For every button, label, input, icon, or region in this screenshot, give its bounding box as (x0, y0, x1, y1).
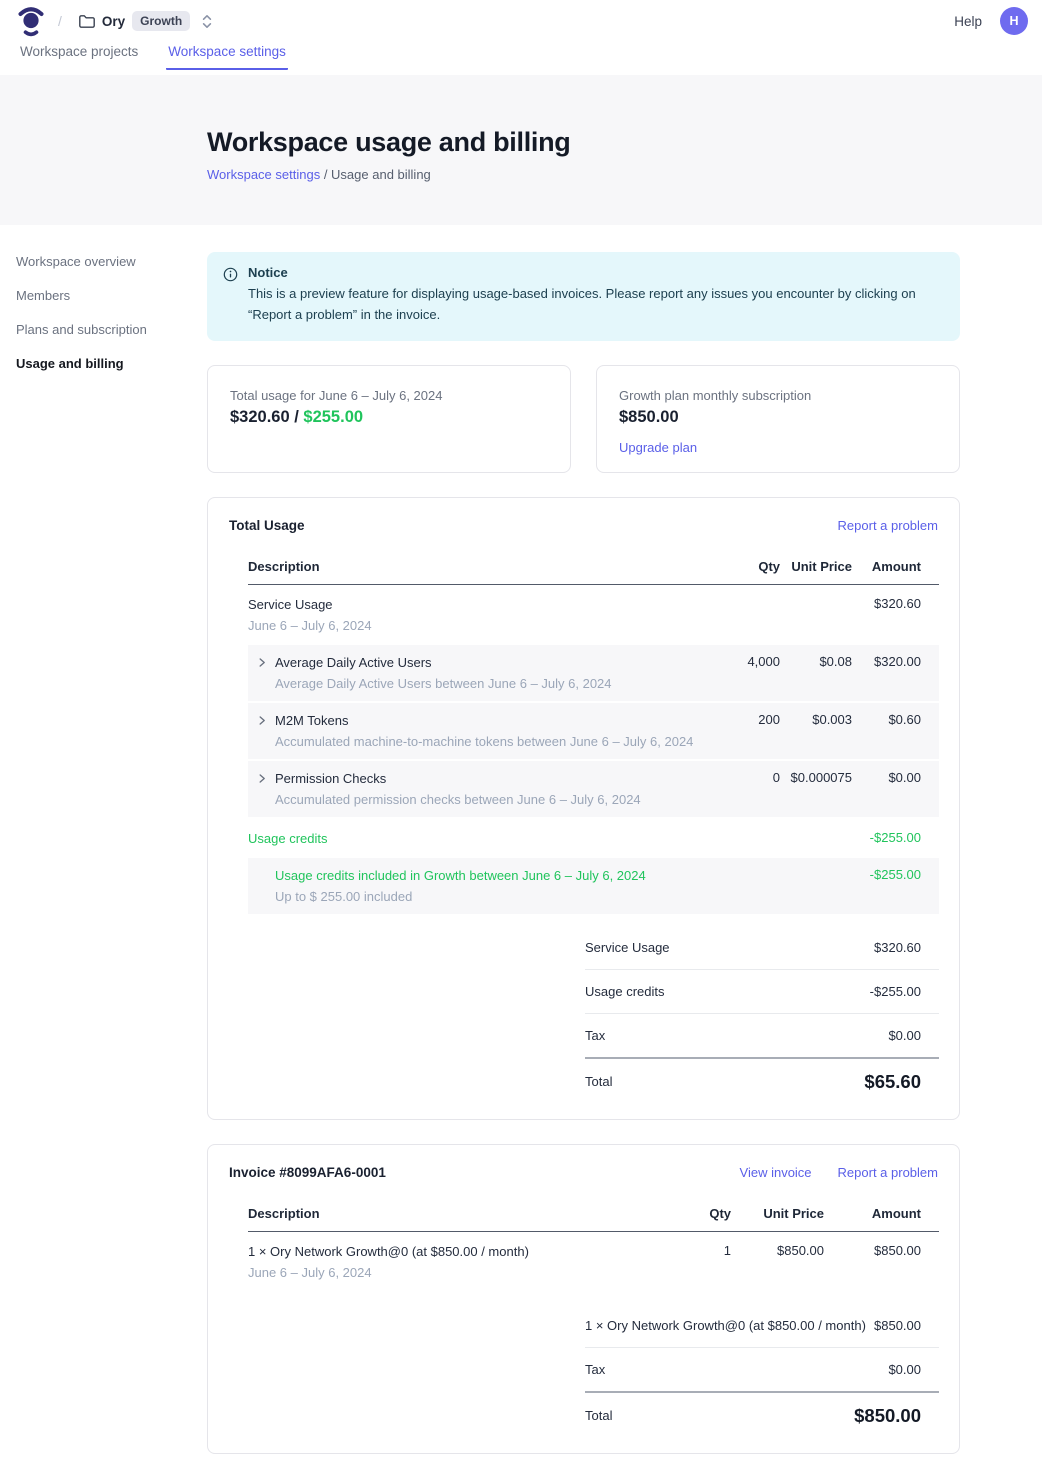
col-description: Description (248, 559, 700, 574)
tab-workspace-projects[interactable]: Workspace projects (18, 42, 140, 70)
invoice-totals-summary: 1 × Ory Network Growth@0 (at $850.00 / m… (585, 1304, 939, 1431)
total-usage-value: $320.60 / $255.00 (230, 408, 548, 427)
plan-subscription-label: Growth plan monthly subscription (619, 388, 937, 403)
ory-logo-icon[interactable] (18, 6, 44, 37)
summary-row-total: Total $65.60 (585, 1059, 939, 1097)
total-usage-card: Total Usage Report a problem Description… (207, 497, 960, 1120)
col-unit-price: Unit Price (731, 1206, 824, 1221)
user-avatar[interactable]: H (1000, 7, 1028, 35)
summary-row-total: Total $850.00 (585, 1393, 939, 1431)
col-qty: Qty (671, 1206, 731, 1221)
col-qty: Qty (700, 559, 780, 574)
plan-subscription-card: Growth plan monthly subscription $850.00… (596, 365, 960, 473)
summary-row-service-usage: Service Usage $320.60 (585, 926, 939, 970)
invoice-table: Description Qty Unit Price Amount 1 × Or… (248, 1200, 939, 1431)
breadcrumb-sep: / (320, 167, 331, 182)
chevron-updown-icon[interactable] (201, 13, 213, 30)
usage-table: Description Qty Unit Price Amount Servic… (248, 553, 939, 1097)
sidebar-item-usage-and-billing[interactable]: Usage and billing (16, 351, 207, 376)
usage-credit-value: $255.00 (303, 408, 363, 426)
sidebar-item-workspace-overview[interactable]: Workspace overview (16, 249, 207, 274)
view-invoice-link[interactable]: View invoice (740, 1165, 812, 1180)
folder-icon (78, 14, 95, 29)
col-amount: Amount (852, 559, 921, 574)
breadcrumb-current: Usage and billing (331, 167, 431, 182)
col-unit-price: Unit Price (780, 559, 852, 574)
summary-row-plan-line: 1 × Ory Network Growth@0 (at $850.00 / m… (585, 1304, 939, 1348)
breadcrumb-separator: / (58, 13, 62, 29)
usage-card-title: Total Usage (229, 518, 305, 533)
summary-row-tax: Tax $0.00 (585, 1014, 939, 1059)
invoice-table-header: Description Qty Unit Price Amount (248, 1200, 939, 1232)
chevron-right-icon[interactable] (257, 715, 267, 726)
help-link[interactable]: Help (954, 14, 982, 29)
summary-row-tax: Tax $0.00 (585, 1348, 939, 1393)
topbar: / Ory Growth Help H (0, 0, 1042, 42)
chevron-right-icon[interactable] (257, 773, 267, 784)
breadcrumb-settings-link[interactable]: Workspace settings (207, 167, 320, 182)
invoice-title: Invoice #8099AFA6-0001 (229, 1165, 386, 1180)
breadcrumb: Workspace settings / Usage and billing (207, 167, 1042, 182)
table-row-permission-checks[interactable]: Permission Checks Accumulated permission… (248, 761, 939, 817)
invoice-card: Invoice #8099AFA6-0001 View invoice Repo… (207, 1144, 960, 1454)
upgrade-plan-link[interactable]: Upgrade plan (619, 440, 697, 455)
table-row-m2m-tokens[interactable]: M2M Tokens Accumulated machine-to-machin… (248, 703, 939, 759)
table-row-usage-credits-detail: Usage credits included in Growth between… (248, 858, 939, 914)
workspace-tabbar: Workspace projects Workspace settings (0, 42, 1042, 75)
page-title: Workspace usage and billing (207, 127, 1042, 158)
summary-row-usage-credits: Usage credits -$255.00 (585, 970, 939, 1014)
tab-workspace-settings[interactable]: Workspace settings (166, 42, 288, 70)
notice-body: This is a preview feature for displaying… (248, 284, 940, 326)
sidebar-item-plans-and-subscription[interactable]: Plans and subscription (16, 317, 207, 342)
notice-title: Notice (248, 265, 940, 280)
usage-table-header: Description Qty Unit Price Amount (248, 553, 939, 585)
sidebar-item-members[interactable]: Members (16, 283, 207, 308)
col-amount: Amount (824, 1206, 921, 1221)
page-header: Workspace usage and billing Workspace se… (0, 75, 1042, 225)
chevron-right-icon[interactable] (257, 657, 267, 668)
workspace-name: Ory (102, 14, 125, 29)
report-problem-link[interactable]: Report a problem (838, 1165, 938, 1180)
total-usage-label: Total usage for June 6 – July 6, 2024 (230, 388, 548, 403)
col-description: Description (248, 1206, 671, 1221)
info-icon (223, 265, 238, 326)
workspace-switcher[interactable]: Ory Growth (78, 11, 213, 31)
preview-notice-banner: Notice This is a preview feature for dis… (207, 252, 960, 341)
table-row-usage-credits: Usage credits -$255.00 (248, 819, 939, 858)
plan-subscription-value: $850.00 (619, 408, 937, 427)
plan-badge: Growth (132, 11, 190, 31)
usage-totals-summary: Service Usage $320.60 Usage credits -$25… (585, 926, 939, 1097)
table-row-service-usage: Service Usage June 6 – July 6, 2024 $320… (248, 585, 939, 645)
settings-sidebar: Workspace overview Members Plans and sub… (0, 225, 207, 1470)
report-problem-link[interactable]: Report a problem (838, 518, 938, 533)
total-usage-summary-card: Total usage for June 6 – July 6, 2024 $3… (207, 365, 571, 473)
invoice-row-growth-plan: 1 × Ory Network Growth@0 (at $850.00 / m… (248, 1232, 939, 1292)
table-row-average-daily-active-users[interactable]: Average Daily Active Users Average Daily… (248, 645, 939, 701)
